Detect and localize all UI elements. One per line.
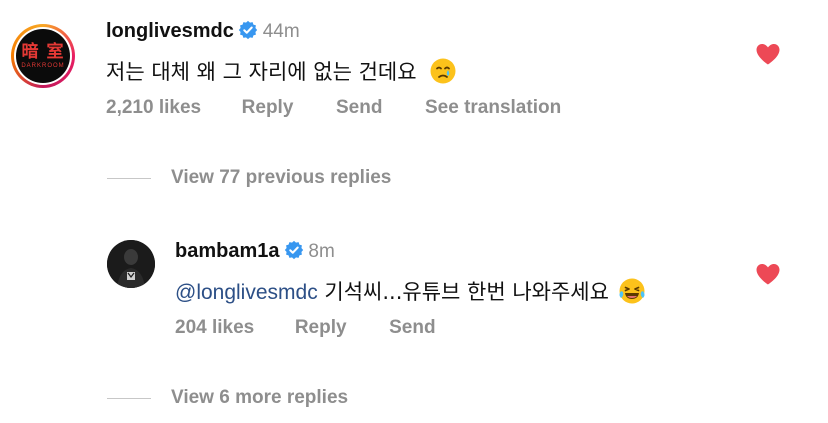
tears-of-joy-icon [619, 278, 645, 304]
comment-2-likes[interactable]: 204 likes [175, 317, 254, 338]
comment-1-header: longlivesmdc 44m [106, 20, 300, 43]
avatar-longlivesmdc[interactable]: 暗 室 DARKROOM [11, 24, 75, 88]
avatar-logo-text: 暗 室 [21, 41, 65, 62]
comment-2-username[interactable]: bambam1a [175, 240, 280, 262]
verified-badge-icon [284, 240, 304, 260]
view-more-replies-link[interactable]: View 6 more replies [171, 387, 348, 409]
comment-2-mention-link[interactable]: @longlivesmdc [175, 281, 318, 304]
crying-face-icon [430, 58, 456, 84]
comment-2-reply-button[interactable]: Reply [295, 317, 347, 338]
comment-1-translate-button[interactable]: See translation [425, 97, 561, 118]
comment-2-body: @longlivesmdc 기석씨...유튜브 한번 나와주세요 [175, 276, 646, 306]
comment-2-time: 8m [308, 241, 335, 262]
comment-1-send-button[interactable]: Send [336, 97, 382, 118]
divider-line [107, 178, 151, 179]
comment-1-text: 저는 대체 왜 그 자리에 없는 건데요 [106, 60, 417, 84]
avatar-logo-subtext: DARKROOM [21, 62, 65, 69]
comment-2-text: 기석씨...유튜브 한번 나와주세요 [317, 280, 609, 304]
divider-line [107, 398, 151, 399]
heart-icon[interactable] [755, 42, 781, 66]
comment-1-time: 44m [262, 21, 300, 42]
comment-1-body: 저는 대체 왜 그 자리에 없는 건데요 [106, 56, 457, 86]
heart-icon[interactable] [755, 262, 781, 286]
comment-2-send-button[interactable]: Send [389, 317, 435, 338]
profile-photo-icon [107, 240, 155, 288]
verified-badge-icon [239, 20, 258, 40]
view-previous-replies-link[interactable]: View 77 previous replies [171, 167, 391, 189]
comment-2-actions: 204 likes Reply Send [175, 317, 436, 339]
comment-1: 暗 室 DARKROOM [11, 24, 75, 88]
comment-2-header: bambam1a 8m [175, 240, 335, 263]
avatar-bambam1a[interactable] [107, 240, 155, 288]
comment-1-reply-button[interactable]: Reply [242, 97, 294, 118]
comment-1-username[interactable]: longlivesmdc [106, 20, 234, 42]
comment-1-actions: 2,210 likes Reply Send See translation [106, 97, 561, 119]
comment-1-likes[interactable]: 2,210 likes [106, 97, 201, 118]
